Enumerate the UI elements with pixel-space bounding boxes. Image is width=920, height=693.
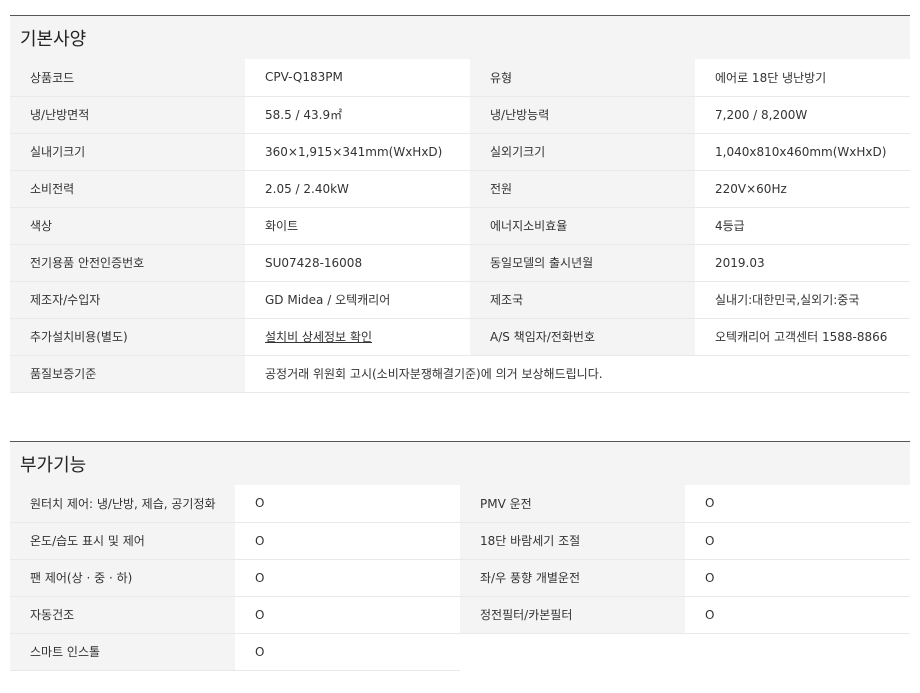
table-row: 제조자/수입자 GD Midea / 오텍캐리어 제조국 실내기:대한민국,실외…	[10, 281, 910, 319]
spec-value: 4등급	[695, 207, 910, 245]
spec-value: 설치비 상세정보 확인	[245, 318, 470, 356]
feature-label: 정전필터/카본필터	[460, 596, 685, 634]
table-row: 전기용품 안전인증번호 SU07428-16008 동일모델의 출시년월 201…	[10, 244, 910, 282]
feature-label: 원터치 제어: 냉/난방, 제습, 공기정화	[10, 485, 235, 523]
feature-label: 스마트 인스톨	[10, 633, 235, 671]
table-row: 색상 화이트 에너지소비효율 4등급	[10, 207, 910, 245]
table-row: 온도/습도 표시 및 제어 O 18단 바람세기 조절 O	[10, 522, 910, 560]
table-row: 상품코드 CPV-Q183PM 유형 에어로 18단 냉난방기	[10, 59, 910, 97]
spec-label: 유형	[470, 59, 695, 97]
feature-value: O	[235, 559, 460, 597]
spec-label: 품질보증기준	[10, 355, 245, 393]
spec-value: CPV-Q183PM	[245, 59, 470, 97]
spec-label: 전기용품 안전인증번호	[10, 244, 245, 282]
table-row: 자동건조 O 정전필터/카본필터 O	[10, 596, 910, 634]
install-cost-detail-link[interactable]: 설치비 상세정보 확인	[265, 330, 372, 344]
spec-value: 2019.03	[695, 244, 910, 282]
section-title: 기본사양	[20, 28, 87, 50]
table-row: 소비전력 2.05 / 2.40kW 전원 220V×60Hz	[10, 170, 910, 208]
spec-value: 220V×60Hz	[695, 170, 910, 208]
spec-label: 냉/난방면적	[10, 96, 245, 134]
spec-label: 소비전력	[10, 170, 245, 208]
table-row: 실내기크기 360×1,915×341mm(WxHxD) 실외기크기 1,040…	[10, 133, 910, 171]
table-row: 원터치 제어: 냉/난방, 제습, 공기정화 O PMV 운전 O	[10, 485, 910, 523]
spec-label: A/S 책임자/전화번호	[470, 318, 695, 356]
table-row: 팬 제어(상 · 중 · 하) O 좌/우 풍향 개별운전 O	[10, 559, 910, 597]
spec-label: 상품코드	[10, 59, 245, 97]
feature-value: O	[685, 559, 910, 597]
spec-value: GD Midea / 오텍캐리어	[245, 281, 470, 319]
spec-value: 오텍캐리어 고객센터 1588-8866	[695, 318, 910, 356]
feature-value: O	[685, 522, 910, 560]
spec-value: 360×1,915×341mm(WxHxD)	[245, 133, 470, 171]
empty-cell	[685, 633, 910, 670]
feature-value: O	[685, 596, 910, 634]
spec-value: 화이트	[245, 207, 470, 245]
spec-label: 냉/난방능력	[470, 96, 695, 134]
spec-label: 전원	[470, 170, 695, 208]
spec-value: 1,040x810x460mm(WxHxD)	[695, 133, 910, 171]
feature-label: 팬 제어(상 · 중 · 하)	[10, 559, 235, 597]
spec-label: 동일모델의 출시년월	[470, 244, 695, 282]
spec-value: 7,200 / 8,200W	[695, 96, 910, 134]
feature-value: O	[235, 485, 460, 523]
feature-label: 온도/습도 표시 및 제어	[10, 522, 235, 560]
spec-value: SU07428-16008	[245, 244, 470, 282]
spec-label: 추가설치비용(별도)	[10, 318, 245, 356]
spec-value: 2.05 / 2.40kW	[245, 170, 470, 208]
feature-label: PMV 운전	[460, 485, 685, 523]
feature-value: O	[235, 522, 460, 560]
feature-value: O	[235, 633, 460, 671]
spec-label: 에너지소비효율	[470, 207, 695, 245]
table-row: 스마트 인스톨 O	[10, 633, 910, 671]
feature-label: 좌/우 풍향 개별운전	[460, 559, 685, 597]
table-row: 품질보증기준 공정거래 위원회 고시(소비자분쟁해결기준)에 의거 보상해드립니…	[10, 355, 910, 393]
spec-label: 제조자/수입자	[10, 281, 245, 319]
feature-value: O	[235, 596, 460, 634]
extra-features-table: 원터치 제어: 냉/난방, 제습, 공기정화 O PMV 운전 O 온도/습도 …	[10, 485, 910, 671]
spec-value: 에어로 18단 냉난방기	[695, 59, 910, 97]
feature-label: 18단 바람세기 조절	[460, 522, 685, 560]
section-title: 부가기능	[20, 454, 87, 476]
feature-value: O	[685, 485, 910, 523]
table-row: 추가설치비용(별도) 설치비 상세정보 확인 A/S 책임자/전화번호 오텍캐리…	[10, 318, 910, 356]
spec-value: 공정거래 위원회 고시(소비자분쟁해결기준)에 의거 보상해드립니다.	[245, 355, 910, 393]
section-header: 기본사양	[10, 15, 910, 59]
spec-label: 색상	[10, 207, 245, 245]
basic-spec-table: 상품코드 CPV-Q183PM 유형 에어로 18단 냉난방기 냉/난방면적 5…	[10, 59, 910, 393]
basic-spec-section: 기본사양 상품코드 CPV-Q183PM 유형 에어로 18단 냉난방기 냉/난…	[10, 15, 910, 393]
spec-value: 실내기:대한민국,실외기:중국	[695, 281, 910, 319]
spec-label: 실내기크기	[10, 133, 245, 171]
table-row: 냉/난방면적 58.5 / 43.9㎡ 냉/난방능력 7,200 / 8,200…	[10, 96, 910, 134]
section-header: 부가기능	[10, 441, 910, 485]
spec-label: 실외기크기	[470, 133, 695, 171]
spec-value: 58.5 / 43.9㎡	[245, 96, 470, 134]
feature-label: 자동건조	[10, 596, 235, 634]
extra-features-section: 부가기능 원터치 제어: 냉/난방, 제습, 공기정화 O PMV 운전 O 온…	[10, 441, 910, 671]
spec-label: 제조국	[470, 281, 695, 319]
empty-cell	[460, 633, 685, 670]
